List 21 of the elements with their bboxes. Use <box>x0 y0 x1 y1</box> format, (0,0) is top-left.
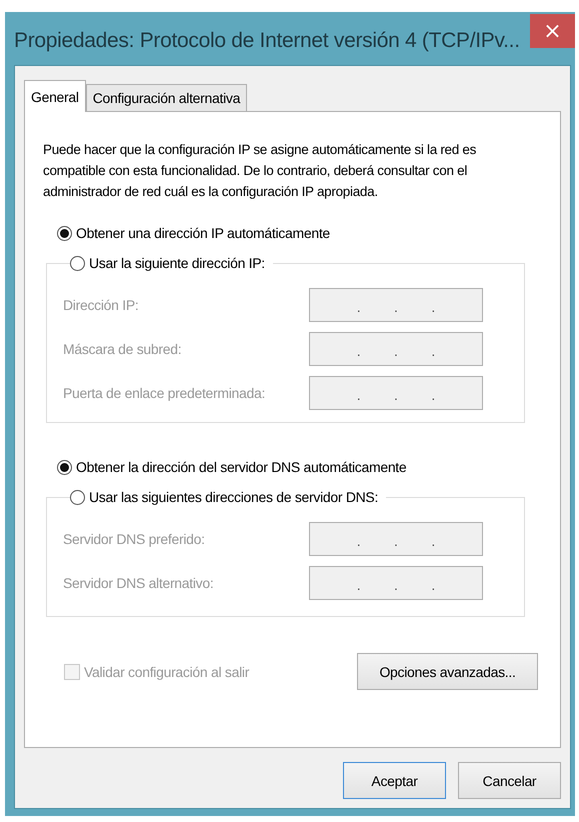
field-label: Servidor DNS preferido: <box>63 531 205 547</box>
radio-label[interactable]: Usar las siguientes direcciones de servidor DNS: <box>89 489 378 505</box>
radio-button[interactable] <box>70 490 85 504</box>
field-label: Dirección IP: <box>63 297 138 313</box>
radio-label[interactable]: Obtener una dirección IP automáticamente <box>76 225 330 241</box>
field-label: Máscara de subred: <box>63 341 182 357</box>
radio-label[interactable]: Obtener la dirección del servidor DNS automáticamente <box>76 459 406 475</box>
dialog-button[interactable]: Cancelar <box>458 762 561 799</box>
close-button[interactable]: × <box>530 14 575 48</box>
description-text: Puede hacer que la configuración IP se asigne automáticamente si la red es compatible con esta funcionalidad. De lo contrario, deberá consultar con el administrador de red cuál es la configuración IP apropiada. <box>43 141 478 201</box>
advanced-options-button[interactable]: Opciones avanzadas... <box>357 653 538 690</box>
field-label: Puerta de enlace predeterminada: <box>63 385 266 401</box>
radio-label[interactable]: Usar la siguiente dirección IP: <box>89 255 265 271</box>
radio-button[interactable] <box>70 256 85 270</box>
tab[interactable]: General <box>24 80 86 112</box>
radio-button[interactable] <box>57 460 72 474</box>
field-label: Servidor DNS alternativo: <box>63 575 214 591</box>
window-title: Propiedades: Protocolo de Internet versión 4 (TCP/IPv... <box>14 28 520 52</box>
tab[interactable]: Configuración alternativa <box>86 84 248 111</box>
radio-button[interactable] <box>57 226 72 240</box>
dialog-button[interactable]: Aceptar <box>343 762 446 799</box>
